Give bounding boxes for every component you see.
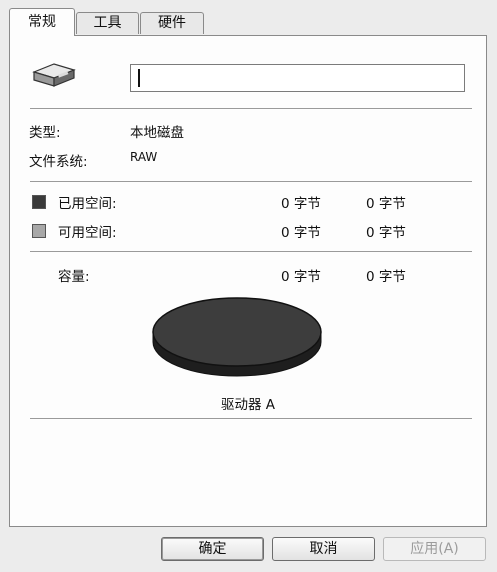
tab-hardware[interactable]: 硬件 xyxy=(140,12,204,34)
type-label: 类型: xyxy=(29,125,61,141)
used-space-label: 已用空间: xyxy=(58,196,117,212)
filesystem-label: 文件系统: xyxy=(29,154,88,170)
tab-general[interactable]: 常规 xyxy=(9,8,75,36)
free-space-size: 0 字节 xyxy=(366,225,406,241)
disk-usage-pie xyxy=(150,294,325,384)
divider xyxy=(30,418,472,419)
used-space-bytes: 0 字节 xyxy=(281,196,321,212)
type-value: 本地磁盘 xyxy=(130,125,184,141)
text-caret xyxy=(138,69,140,87)
free-space-label: 可用空间: xyxy=(58,225,117,241)
removable-disk-icon xyxy=(28,56,80,90)
used-space-size: 0 字节 xyxy=(366,196,406,212)
tab-tools[interactable]: 工具 xyxy=(76,12,139,34)
free-space-bytes: 0 字节 xyxy=(281,225,321,241)
ok-button-label: 确定 xyxy=(198,541,227,557)
drive-label: 驱动器 A xyxy=(220,397,276,413)
divider xyxy=(30,181,472,182)
tab-tools-label: 工具 xyxy=(93,15,122,31)
cancel-button[interactable]: 取消 xyxy=(272,537,375,561)
ok-button[interactable]: 确定 xyxy=(161,537,264,561)
tab-hardware-label: 硬件 xyxy=(158,15,186,31)
capacity-label: 容量: xyxy=(58,269,90,285)
divider xyxy=(30,251,472,252)
general-tab-panel: 类型: 本地磁盘 文件系统: RAW 已用空间: 0 字节 0 字节 可用空间:… xyxy=(9,35,487,527)
divider xyxy=(30,108,472,109)
cancel-button-label: 取消 xyxy=(309,541,338,557)
tab-general-label: 常规 xyxy=(28,14,56,30)
free-space-swatch xyxy=(32,224,46,238)
drive-name-input[interactable] xyxy=(130,64,465,92)
filesystem-value: RAW xyxy=(130,150,158,164)
apply-button[interactable]: 应用(A) xyxy=(383,537,486,561)
apply-button-label: 应用(A) xyxy=(410,541,459,557)
capacity-bytes: 0 字节 xyxy=(281,269,321,285)
capacity-size: 0 字节 xyxy=(366,269,406,285)
used-space-swatch xyxy=(32,195,46,209)
